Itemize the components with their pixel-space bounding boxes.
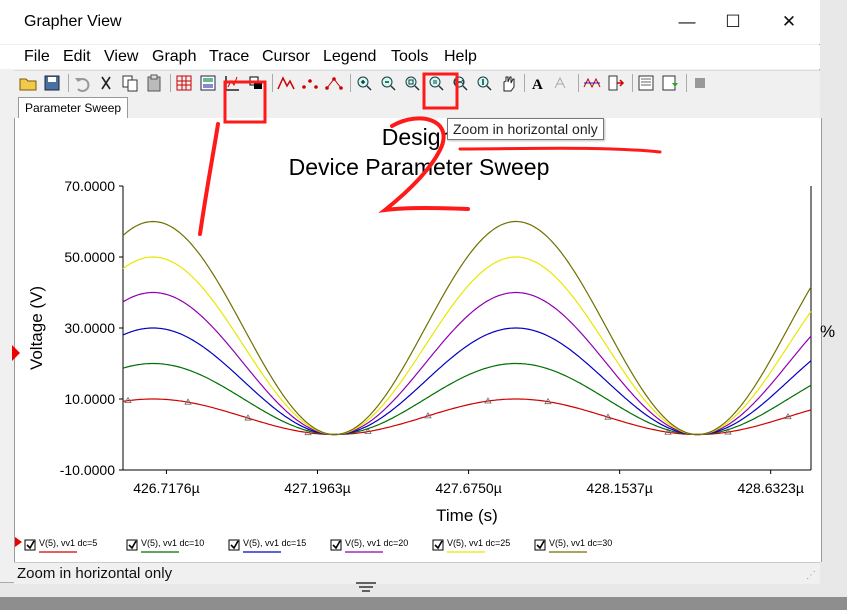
pan-hand-icon[interactable] — [498, 73, 518, 93]
label-icon[interactable] — [552, 73, 572, 93]
toolbar-separator — [632, 74, 633, 92]
toolbar-separator — [170, 74, 171, 92]
x-tick-label: 427.6750µ — [435, 480, 501, 496]
toolbar-separator — [272, 74, 273, 92]
drag-handle-icon[interactable] — [352, 580, 380, 594]
properties-icon[interactable] — [636, 73, 656, 93]
toolbar-separator — [524, 74, 525, 92]
refresh-icon[interactable] — [660, 73, 680, 93]
plot-area[interactable]: Desigr Device Parameter Sweep 70.0000 50.00… — [14, 118, 822, 562]
tab-parameter-sweep[interactable]: Parameter Sweep — [18, 97, 129, 118]
grid-icon[interactable] — [174, 73, 194, 93]
left-edge-marker-icon — [12, 345, 20, 361]
x-tick-label: 428.1537µ — [586, 480, 652, 496]
taskbar-strip — [0, 597, 847, 610]
minimize-button[interactable]: — — [664, 0, 710, 44]
chart-subtitle: Device Parameter Sweep — [289, 154, 550, 180]
paste-icon[interactable] — [144, 73, 164, 93]
chart-title: Desigr — [382, 124, 449, 150]
trace-points-icon[interactable] — [300, 73, 320, 93]
zoom-vertical-icon[interactable] — [474, 73, 494, 93]
trace-line-points-icon[interactable] — [324, 73, 344, 93]
legend-label: V(5), vv1 dc=10 — [141, 538, 204, 548]
svg-text:A: A — [532, 77, 543, 93]
close-button[interactable]: ✕ — [766, 0, 812, 44]
menu-view[interactable]: View — [104, 48, 138, 66]
menu-trace[interactable]: Trace — [209, 48, 249, 66]
y-tick-label: 30.0000 — [64, 320, 115, 336]
y-tick-label: 50.0000 — [64, 249, 115, 265]
zoom-fit-icon[interactable] — [426, 73, 446, 93]
toolbar-separator — [68, 74, 69, 92]
status-text: Zoom in horizontal only — [17, 565, 173, 582]
toolbar-separator — [578, 74, 579, 92]
toolbar: A — [14, 70, 820, 97]
zoom-region-icon[interactable] — [402, 73, 422, 93]
toolbar-separator — [686, 74, 687, 92]
series-line-dc30 — [122, 220, 812, 436]
series-line-dc5 — [122, 398, 812, 436]
series-line-dc15 — [122, 327, 812, 436]
copy-icon[interactable] — [120, 73, 140, 93]
undo-icon[interactable] — [72, 73, 92, 93]
legend-label: V(5), vv1 dc=30 — [549, 538, 612, 548]
series-line-dc10 — [122, 362, 812, 436]
menu-tools[interactable]: Tools — [391, 48, 428, 66]
export-icon[interactable] — [606, 73, 626, 93]
y-tick-label: 70.0000 — [64, 178, 115, 194]
tab-strip: Parameter Sweep — [14, 96, 820, 119]
legend-label: V(5), vv1 dc=5 — [39, 538, 97, 548]
legend-toggle-icon[interactable] — [198, 73, 218, 93]
x-tick-label: 428.6323µ — [737, 480, 803, 496]
window-title: Grapher View — [24, 13, 122, 30]
legend-label: V(5), vv1 dc=15 — [243, 538, 306, 548]
grapher-window: Grapher View — ☐ ✕ File Edit View Graph … — [0, 0, 822, 584]
toolbar-separator — [350, 74, 351, 92]
menu-help[interactable]: Help — [444, 48, 477, 66]
cut-icon[interactable] — [96, 73, 116, 93]
legend-marker-icon — [15, 537, 22, 547]
menu-graph[interactable]: Graph — [152, 48, 196, 66]
cursor-trace-icon[interactable] — [582, 73, 602, 93]
y-tick-label: -10.0000 — [60, 462, 115, 478]
open-icon[interactable] — [18, 73, 38, 93]
menu-legend[interactable]: Legend — [323, 48, 376, 66]
y-axis-label: Voltage (V) — [27, 286, 46, 370]
sweep-chart[interactable]: Desigr Device Parameter Sweep 70.0000 50.00… — [15, 118, 821, 562]
zoom-horizontal-icon[interactable] — [450, 73, 470, 93]
menu-file[interactable]: File — [24, 48, 50, 66]
x-tick-label: 427.1963µ — [284, 480, 350, 496]
tooltip: Zoom in horizontal only — [447, 118, 604, 140]
percent-fragment: % — [820, 322, 836, 341]
series-line-dc20 — [122, 291, 812, 436]
status-bar: Zoom in horizontal only ⋰ — [14, 562, 820, 584]
save-icon[interactable] — [42, 73, 62, 93]
resize-grip-icon[interactable]: ⋰ — [806, 570, 816, 581]
x-axis-label: Time (s) — [436, 506, 498, 525]
trace-line-icon[interactable] — [276, 73, 296, 93]
y-tick-label: 10.0000 — [64, 391, 115, 407]
title-bar: Grapher View — ☐ ✕ — [0, 0, 820, 44]
box-toggle-icon[interactable] — [246, 73, 266, 93]
menu-bar: File Edit View Graph Trace Cursor Legend… — [0, 45, 820, 69]
legend-label: V(5), vv1 dc=20 — [345, 538, 408, 548]
axis-icon[interactable] — [222, 73, 242, 93]
maximize-button[interactable]: ☐ — [710, 0, 756, 44]
x-tick-label: 426.7176µ — [133, 480, 199, 496]
stop-icon[interactable] — [690, 73, 710, 93]
zoom-out-icon[interactable] — [378, 73, 398, 93]
zoom-in-icon[interactable] — [354, 73, 374, 93]
text-annotation-icon[interactable]: A — [528, 73, 548, 93]
menu-cursor[interactable]: Cursor — [262, 48, 310, 66]
legend-label: V(5), vv1 dc=25 — [447, 538, 510, 548]
menu-edit[interactable]: Edit — [63, 48, 91, 66]
